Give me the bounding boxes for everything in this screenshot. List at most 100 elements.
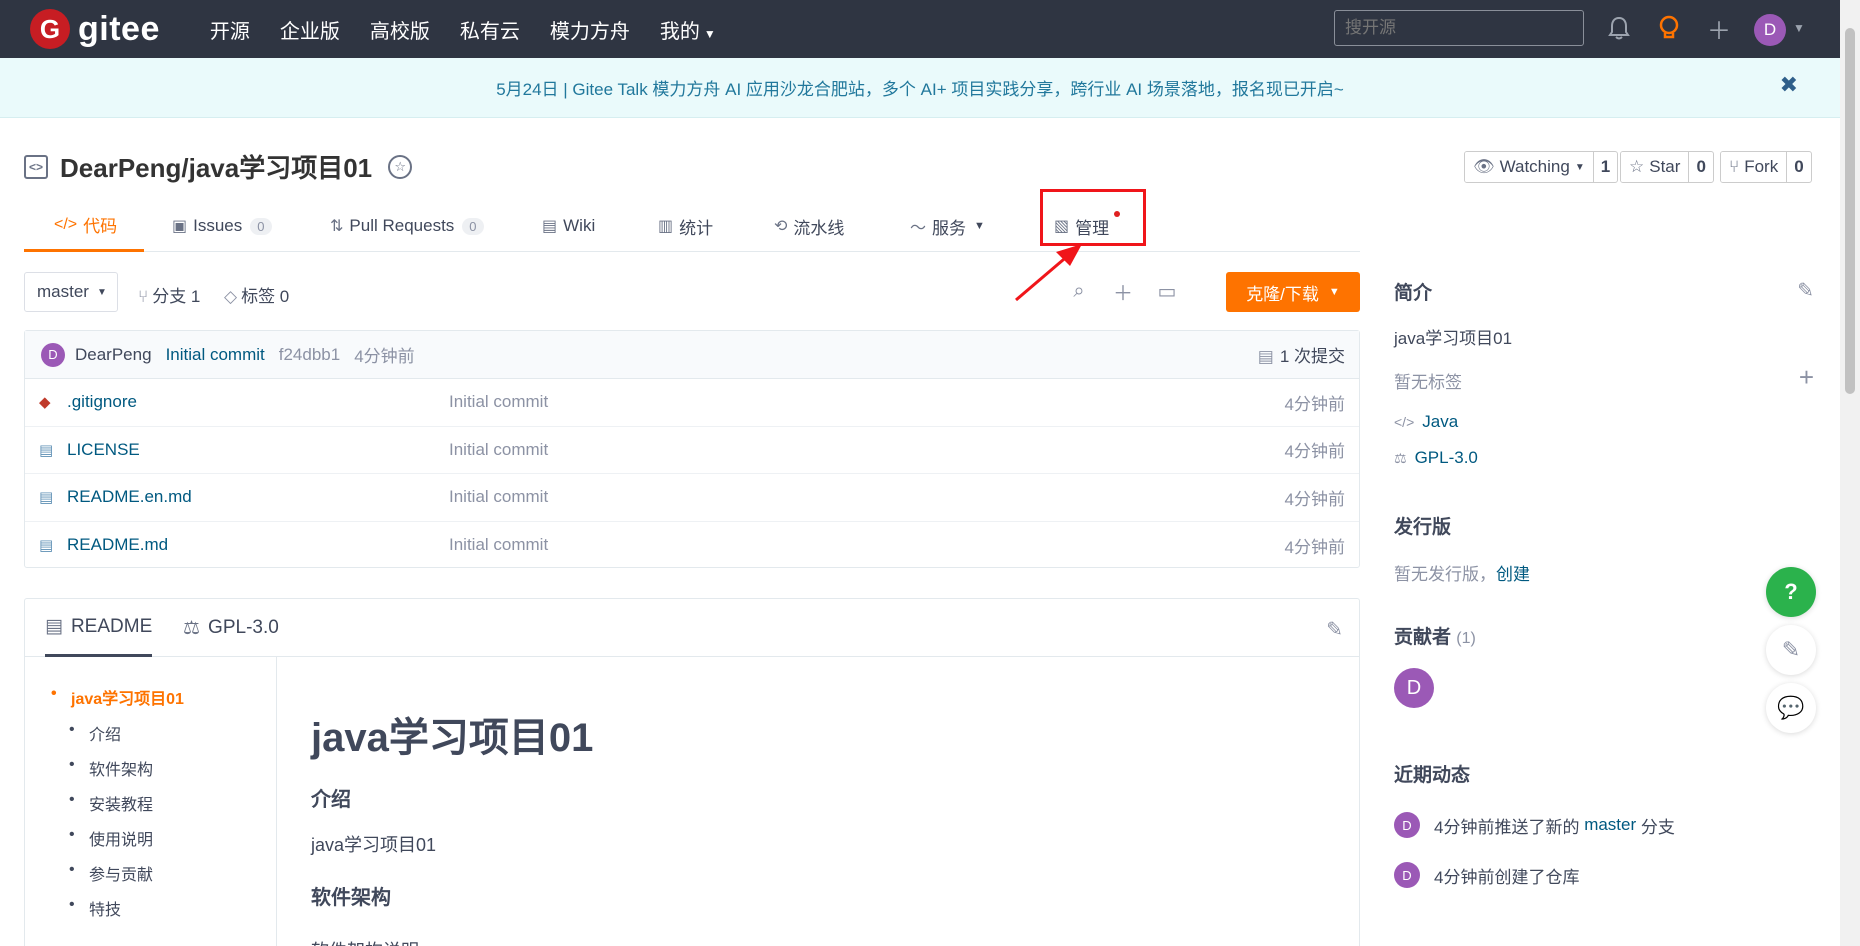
scrollbar[interactable]: [1840, 0, 1860, 946]
toc-item[interactable]: • 软件架构: [69, 756, 153, 780]
contributors-count: (1): [1456, 630, 1476, 647]
bullet-dot: •: [69, 721, 75, 738]
toc-item[interactable]: • 参与贡献: [69, 861, 153, 885]
nav-ai-platform[interactable]: 模力方舟: [550, 15, 630, 44]
commit-hash[interactable]: f24dbb1: [279, 345, 340, 365]
activity-avatar[interactable]: D: [1394, 862, 1420, 888]
toc-item[interactable]: • 使用说明: [69, 826, 153, 850]
activity-branch-link[interactable]: master: [1584, 815, 1636, 835]
contributor-avatar[interactable]: D: [1394, 668, 1434, 708]
tab-code[interactable]: </> 代码: [24, 200, 144, 252]
branches-link[interactable]: ⑂ 分支 1: [138, 282, 200, 307]
nav-private-cloud[interactable]: 私有云: [460, 15, 520, 44]
language-link[interactable]: </> Java: [1394, 412, 1458, 432]
readme-toc: • java学习项目01 • 介绍 • 软件架构 • 安装教程 • 使用说明 • 参与贡献 …: [25, 657, 277, 946]
edit-icon[interactable]: ✎: [1797, 278, 1814, 303]
activity-avatar[interactable]: D: [1394, 812, 1420, 838]
activity-text: 4分钟前推送了新的: [1434, 817, 1585, 837]
search-icon[interactable]: ⌕: [1066, 278, 1092, 304]
tab-readme[interactable]: ▤ README: [45, 599, 153, 657]
document-icon: ▤: [45, 616, 63, 637]
file-commit-message[interactable]: Initial commit: [449, 487, 548, 507]
file-time: 4分钟前: [1284, 394, 1345, 414]
chat-icon[interactable]: 💬: [1766, 683, 1816, 733]
clone-download-button[interactable]: 克隆/下载 ▼: [1226, 272, 1360, 312]
tab-pipeline[interactable]: ⟲ 流水线: [774, 200, 844, 252]
fork-button[interactable]: ⑂ Fork 0: [1720, 151, 1812, 183]
tab-pull-requests[interactable]: ⇅ Pull Requests 0: [330, 200, 484, 252]
tags-link[interactable]: ◇ 标签 0: [224, 282, 289, 307]
recommend-badge-icon[interactable]: ☆: [388, 154, 413, 179]
scrollbar-thumb[interactable]: [1845, 28, 1855, 394]
lightbulb-icon[interactable]: [1654, 13, 1684, 43]
plus-icon[interactable]: ＋: [1704, 13, 1734, 45]
file-row[interactable]: ▤ README.en.md Initial commit 4分钟前: [25, 474, 1359, 522]
monitor-icon[interactable]: ▭: [1154, 278, 1180, 304]
user-avatar[interactable]: D: [1754, 14, 1786, 46]
toc-item[interactable]: • 特技: [69, 896, 122, 920]
bullet-dot: •: [69, 756, 75, 773]
file-row[interactable]: ▤ LICENSE Initial commit 4分钟前: [25, 427, 1359, 474]
commit-author[interactable]: DearPeng: [75, 345, 152, 365]
activity-item: D 4分钟前创建了仓库: [1394, 862, 1579, 888]
chevron-down-icon[interactable]: ▼: [1784, 13, 1814, 43]
announcement-banner: 5月24日 | Gitee Talk 模力方舟 AI 应用沙龙合肥站，多个 AI…: [0, 58, 1840, 118]
plus-icon[interactable]: ＋: [1110, 278, 1136, 305]
fork-count[interactable]: 0: [1786, 152, 1810, 182]
nav-mine[interactable]: 我的 ▼: [660, 15, 716, 44]
file-name[interactable]: README.en.md: [67, 487, 192, 507]
search-input[interactable]: [1334, 10, 1584, 46]
readme-heading-intro: 介绍: [311, 789, 351, 811]
license-link[interactable]: ⚖ GPL-3.0: [1394, 448, 1478, 468]
edit-icon[interactable]: ✎: [1326, 617, 1343, 642]
nav-enterprise[interactable]: 企业版: [280, 15, 340, 44]
watch-count[interactable]: 1: [1592, 152, 1617, 182]
author-avatar[interactable]: D: [41, 342, 65, 367]
no-release-text: 暂无发行版，: [1394, 565, 1496, 584]
tab-service[interactable]: 〜服务 ▼: [910, 200, 985, 252]
bullet-dot: •: [69, 826, 75, 843]
clone-label: 克隆/下载: [1246, 284, 1319, 304]
bell-icon[interactable]: [1604, 13, 1634, 43]
toc-item[interactable]: • 安装教程: [69, 791, 153, 815]
nav-education[interactable]: 高校版: [370, 15, 430, 44]
file-name[interactable]: LICENSE: [67, 440, 140, 460]
file-time: 4分钟前: [1284, 489, 1345, 509]
watch-label: Watching: [1499, 157, 1570, 176]
gitee-logo[interactable]: G gitee: [30, 9, 160, 49]
feedback-edit-icon[interactable]: ✎: [1766, 625, 1816, 675]
star-button[interactable]: ☆ Star 0: [1620, 151, 1714, 183]
toc-label: 特技: [89, 902, 122, 919]
plus-icon[interactable]: +: [1799, 362, 1814, 393]
watch-button[interactable]: 👁 Watching ▼ 1: [1464, 151, 1619, 183]
file-name[interactable]: README.md: [67, 535, 168, 555]
file-name[interactable]: .gitignore: [67, 392, 137, 412]
chevron-down-icon: ▼: [974, 220, 985, 232]
repo-name[interactable]: DearPeng/java学习项目01: [60, 148, 372, 185]
main-nav: 开源 企业版 高校版 私有云 模力方舟 我的 ▼: [210, 15, 746, 44]
commit-message[interactable]: Initial commit: [166, 345, 265, 365]
tab-issues[interactable]: ▣ Issues 0: [172, 200, 272, 252]
tab-license[interactable]: ⚖ GPL-3.0: [183, 599, 279, 657]
file-row[interactable]: ▤ README.md Initial commit 4分钟前: [25, 522, 1359, 570]
chevron-down-icon: ▼: [1574, 161, 1585, 173]
file-commit-message[interactable]: Initial commit: [449, 392, 548, 412]
star-count[interactable]: 0: [1688, 152, 1712, 182]
banner-text[interactable]: 5月24日 | Gitee Talk 模力方舟 AI 应用沙龙合肥站，多个 AI…: [496, 75, 1344, 100]
toc-item[interactable]: • java学习项目01: [51, 685, 184, 709]
tab-stats-label: 统计: [679, 218, 714, 238]
file-commit-message[interactable]: Initial commit: [449, 440, 548, 460]
file-row[interactable]: ◆ .gitignore Initial commit 4分钟前: [25, 379, 1359, 427]
tab-wiki[interactable]: ▤ Wiki: [542, 200, 595, 252]
commit-count-link[interactable]: ▤ 1 次提交: [1258, 342, 1345, 367]
highlight-box: [1040, 189, 1146, 246]
tab-stats[interactable]: ▥ 统计: [658, 200, 713, 252]
help-button[interactable]: ?: [1766, 567, 1816, 617]
toc-item[interactable]: • 介绍: [69, 721, 121, 745]
file-commit-message[interactable]: Initial commit: [449, 535, 548, 555]
close-icon[interactable]: ✖: [1780, 72, 1798, 98]
create-release-link[interactable]: 创建: [1496, 565, 1530, 584]
nav-open-source[interactable]: 开源: [210, 15, 250, 44]
branch-select[interactable]: master ▼: [24, 272, 118, 312]
bullet-dot: •: [69, 861, 75, 878]
